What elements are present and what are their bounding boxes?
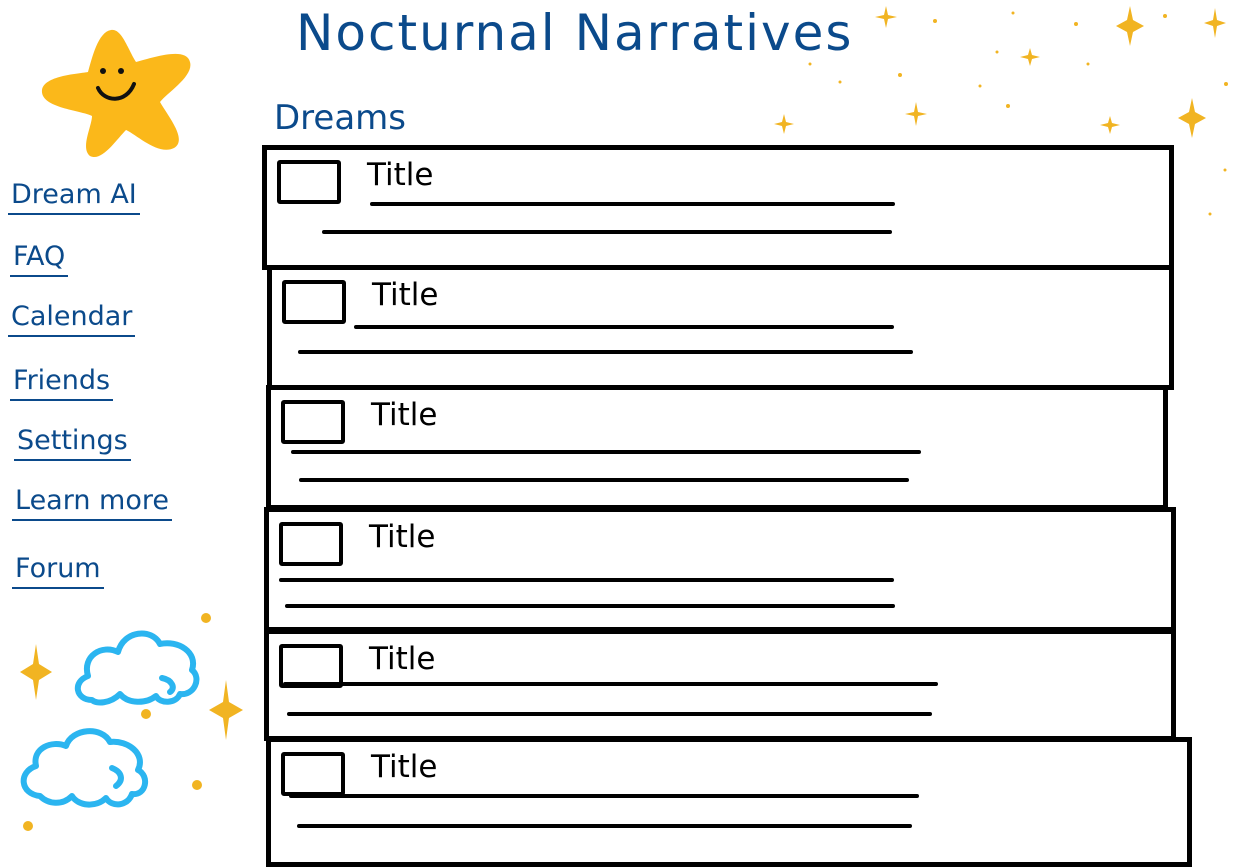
dream-feed: Title Title Title Title Title Title <box>262 145 1194 867</box>
sparkle-icon <box>774 6 1228 216</box>
logo[interactable] <box>36 22 198 168</box>
card-title: Title <box>371 397 438 433</box>
nav-link-forum[interactable]: Forum <box>12 552 104 589</box>
text-line <box>299 478 909 482</box>
smiling-star-icon <box>41 29 191 158</box>
sparkle-field <box>774 6 1228 216</box>
card-title: Title <box>369 519 436 555</box>
text-line <box>354 325 894 329</box>
text-line <box>297 824 912 828</box>
nav-link-faq[interactable]: FAQ <box>10 240 69 277</box>
nav-link-friends[interactable]: Friends <box>10 364 114 401</box>
cloud-decoration <box>20 613 243 831</box>
text-line <box>298 350 913 354</box>
text-line <box>285 604 895 608</box>
card-title: Title <box>371 749 438 785</box>
image-placeholder-icon <box>282 280 346 324</box>
text-line <box>283 682 938 686</box>
text-line <box>289 794 919 798</box>
nav-link-settings[interactable]: Settings <box>14 424 131 461</box>
dot-icon <box>23 821 33 831</box>
image-placeholder-icon <box>279 522 343 566</box>
card-title: Title <box>367 157 434 193</box>
dream-card[interactable]: Title <box>266 385 1168 510</box>
card-title: Title <box>372 277 439 313</box>
cloud-icon <box>75 630 200 706</box>
text-line <box>322 230 892 234</box>
image-placeholder-icon <box>277 160 341 204</box>
text-line <box>291 450 921 454</box>
cloud-icon <box>20 728 149 808</box>
dream-card[interactable]: Title <box>266 737 1192 867</box>
dream-card[interactable]: Title <box>264 629 1176 741</box>
card-title: Title <box>369 641 436 677</box>
dream-card[interactable]: Title <box>267 265 1174 390</box>
dream-card[interactable]: Title <box>264 507 1176 632</box>
nav-link-learn-more[interactable]: Learn more <box>12 484 172 521</box>
text-line <box>287 712 932 716</box>
dot-icon <box>192 780 202 790</box>
image-placeholder-icon <box>281 400 345 444</box>
text-line <box>279 578 894 582</box>
section-title: Dreams <box>274 98 406 138</box>
dot-icon <box>141 709 151 719</box>
image-placeholder-icon <box>281 752 345 796</box>
nav-link-calendar[interactable]: Calendar <box>8 300 136 337</box>
dot-icon <box>201 613 211 623</box>
nav-link-dream-ai[interactable]: Dream AI <box>8 178 140 215</box>
